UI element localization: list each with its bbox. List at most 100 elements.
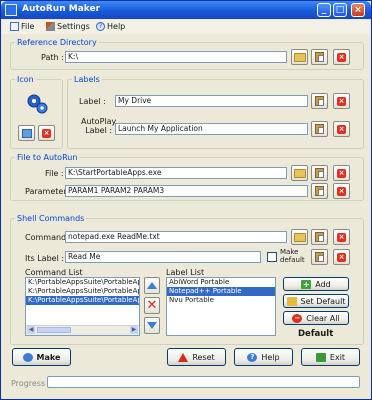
clear-all-label: Clear All <box>306 313 340 323</box>
autoplay-label-input[interactable]: Launch My Application <box>115 123 308 135</box>
make-button-label: Make <box>36 352 61 362</box>
clear-icon-button[interactable]: × <box>38 125 55 141</box>
move-down-button[interactable] <box>144 317 160 334</box>
paste-its-label-button[interactable] <box>311 249 328 265</box>
star-icon <box>286 296 297 306</box>
add-button[interactable]: + Add <box>283 277 349 291</box>
browse-path-button[interactable] <box>291 49 308 65</box>
close-button[interactable]: × <box>351 3 365 17</box>
remove-command-button[interactable]: ✕ <box>144 297 160 314</box>
paste-icon <box>315 232 324 242</box>
menu-file-label: File <box>21 22 35 31</box>
list-item[interactable]: K:\PortableAppsSuite\PortableApps <box>26 296 139 305</box>
minimize-button[interactable]: _ <box>317 3 331 17</box>
path-input[interactable]: K:\ <box>65 51 287 63</box>
clear-its-label-button[interactable]: × <box>333 249 350 265</box>
menu-help[interactable]: ? Help <box>96 21 125 33</box>
warning-icon <box>178 352 189 362</box>
labels-group: Labels <box>67 75 364 149</box>
folder-icon <box>293 168 306 178</box>
list-item[interactable]: Nvu Portable <box>167 296 275 305</box>
list-item[interactable]: Notepad++ Portable <box>167 287 275 296</box>
paste-icon <box>315 124 324 134</box>
menu-help-label: Help <box>107 22 126 31</box>
delete-icon: × <box>337 96 346 106</box>
label-label: Label : <box>79 97 106 106</box>
list-item[interactable]: K:\PortableAppsSuite\PortableApps <box>26 278 139 287</box>
add-button-label: Add <box>315 279 331 289</box>
label-list-label: Label List <box>166 268 205 277</box>
paste-icon <box>315 252 324 262</box>
set-default-label: Set Default <box>300 296 346 306</box>
horizontal-scrollbar[interactable]: ◀ ▶ <box>26 325 139 335</box>
its-label-input[interactable]: Read Me <box>65 251 261 263</box>
title-bar[interactable]: AutoRun Maker _ □ × <box>1 1 371 19</box>
file-legend: File to AutoRun <box>17 153 78 162</box>
app-window: AutoRun Maker _ □ × File Settings ? Help … <box>0 0 372 400</box>
paste-command-button[interactable] <box>311 229 328 245</box>
help-button[interactable]: ? Help <box>234 348 293 366</box>
app-icon <box>5 4 17 16</box>
plus-icon: + <box>301 279 312 289</box>
paste-file-button[interactable] <box>311 165 328 181</box>
scroll-right-icon[interactable]: ▶ <box>130 326 138 334</box>
paste-parameters-button[interactable] <box>311 183 328 199</box>
maximize-button[interactable]: □ <box>333 3 347 17</box>
exit-button[interactable]: Exit <box>301 348 360 366</box>
delete-icon: × <box>337 186 346 196</box>
image-icon <box>21 128 32 138</box>
delete-icon: × <box>42 128 51 138</box>
set-default-button[interactable]: Set Default <box>283 294 349 308</box>
list-item[interactable]: K:\PortableAppsSuite\PortableApps <box>26 287 139 296</box>
reset-button[interactable]: Reset <box>167 348 226 366</box>
gears-icon <box>27 94 48 114</box>
folder-icon <box>293 232 306 242</box>
default-text: Default <box>298 329 334 339</box>
clear-path-button[interactable]: × <box>333 49 350 65</box>
scroll-thumb[interactable] <box>37 327 71 333</box>
paste-icon <box>315 52 324 62</box>
command-input[interactable]: notepad.exe ReadMe.txt <box>65 231 287 243</box>
paste-icon <box>315 96 324 106</box>
paste-path-button[interactable] <box>311 49 328 65</box>
gear-icon <box>22 352 33 362</box>
clear-file-button[interactable]: × <box>333 165 350 181</box>
clear-all-button[interactable]: − Clear All <box>283 311 349 325</box>
delete-icon: × <box>337 124 346 134</box>
make-default-checkbox[interactable] <box>267 252 277 262</box>
parameters-input[interactable]: PARAM1 PARAM2 PARAM3 <box>65 185 308 197</box>
menu-file[interactable]: File <box>10 21 34 33</box>
make-button[interactable]: Make <box>12 348 71 366</box>
scroll-left-icon[interactable]: ◀ <box>27 326 35 334</box>
paste-autoplay-button[interactable] <box>311 121 328 137</box>
command-list[interactable]: K:\PortableAppsSuite\PortableApps K:\Por… <box>25 277 140 336</box>
browse-command-button[interactable] <box>291 229 308 245</box>
progress-label: Progress <box>11 379 46 388</box>
minus-icon: − <box>292 313 303 323</box>
shell-legend: Shell Commands <box>17 214 85 223</box>
reset-button-label: Reset <box>192 352 215 362</box>
label-input[interactable]: My Drive <box>115 95 308 107</box>
menu-bar: File Settings ? Help <box>2 20 370 34</box>
choose-icon-button[interactable] <box>18 125 35 141</box>
label-list[interactable]: AbiWord Portable Notepad++ Portable Nvu … <box>166 277 276 336</box>
browse-file-button[interactable] <box>291 165 308 181</box>
its-label-label: Its Label : <box>25 254 65 263</box>
remove-x-icon: ✕ <box>146 298 158 313</box>
exit-door-icon <box>315 352 326 362</box>
icon-legend: Icon <box>17 75 34 84</box>
arrow-up-icon <box>147 282 157 289</box>
help-icon: ? <box>247 352 258 362</box>
window-icon <box>10 22 19 31</box>
list-item[interactable]: AbiWord Portable <box>167 278 275 287</box>
menu-settings[interactable]: Settings <box>46 21 90 33</box>
paste-label-button[interactable] <box>311 93 328 109</box>
clear-command-button[interactable]: × <box>333 229 350 245</box>
clear-autoplay-button[interactable]: × <box>333 121 350 137</box>
file-label: File : <box>45 169 64 178</box>
move-up-button[interactable] <box>144 277 160 294</box>
file-input[interactable]: K:\StartPortableApps.exe <box>65 167 287 179</box>
clear-parameters-button[interactable]: × <box>333 183 350 199</box>
window-title: AutoRun Maker <box>22 4 101 14</box>
clear-label-button[interactable]: × <box>333 93 350 109</box>
